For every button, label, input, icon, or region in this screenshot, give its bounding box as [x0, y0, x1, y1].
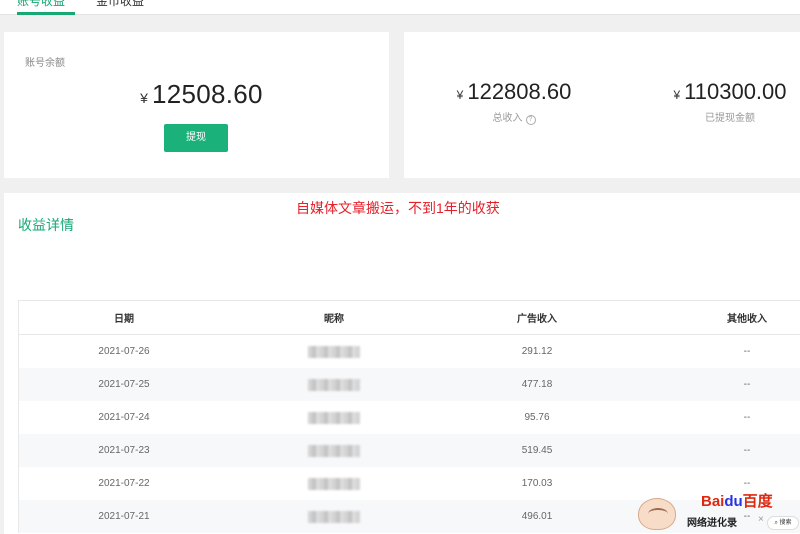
ad-income-cell: 477.18 — [521, 379, 553, 390]
currency-symbol: ¥ — [456, 88, 464, 102]
table-row: 2021-07-24 95.76 -- — [19, 401, 800, 434]
column-header-other-income: 其他收入 — [727, 314, 767, 325]
redacted-nickname — [308, 411, 360, 424]
baidu-watermark: Baidu百度 网络进化录 × ⌕ 搜索 — [635, 484, 800, 534]
logo-text-bai: Bai — [701, 493, 725, 510]
balance-amount: ¥12508.60 — [4, 79, 399, 110]
logo-text-du: du — [724, 493, 743, 510]
currency-symbol: ¥ — [140, 90, 148, 106]
date-cell: 2021-07-22 — [98, 478, 150, 489]
tab-bar: 账号收益 金币收益 — [0, 0, 800, 15]
redacted-nickname — [308, 444, 360, 457]
mascot-icon — [638, 498, 676, 530]
date-cell: 2021-07-25 — [98, 379, 150, 390]
withdrawn-value: 110300.00 — [684, 79, 787, 104]
nickname-cell — [254, 500, 414, 533]
balance-value: 12508.60 — [151, 79, 263, 109]
nickname-cell — [254, 467, 414, 500]
redacted-nickname — [308, 378, 360, 391]
nickname-cell — [254, 368, 414, 401]
other-income-cell: -- — [743, 379, 751, 390]
ad-income-cell: 291.12 — [521, 346, 553, 357]
ad-income-cell: 95.76 — [524, 412, 550, 423]
table-row: 2021-07-26 291.12 -- — [19, 335, 800, 368]
search-label: 搜索 — [779, 520, 792, 526]
active-tab-indicator — [17, 12, 75, 15]
ad-income-cell: 170.03 — [521, 478, 553, 489]
section-title: 收益详情 — [18, 217, 74, 233]
currency-symbol: ¥ — [673, 88, 681, 102]
other-income-cell: -- — [743, 412, 751, 423]
tab-account-earnings[interactable]: 账号收益 — [17, 0, 65, 8]
watermark-subtitle: 网络进化录 — [687, 518, 737, 529]
balance-card: 账号余额 ¥12508.60 提现 — [4, 32, 389, 178]
search-button[interactable]: ⌕ 搜索 — [767, 516, 799, 530]
table-row: 2021-07-23 519.45 -- — [19, 434, 800, 467]
redacted-nickname — [308, 345, 360, 358]
search-icon: ⌕ — [774, 520, 778, 526]
total-income-value: 122808.60 — [467, 79, 572, 104]
help-icon[interactable]: ? — [525, 115, 536, 125]
close-icon[interactable]: × — [758, 514, 764, 525]
table-row: 2021-07-25 477.18 -- — [19, 368, 800, 401]
column-header-nickname: 昵称 — [324, 314, 344, 325]
annotation-text: 自媒体文章搬运，不到1年的收获 — [296, 200, 500, 216]
nickname-cell — [254, 401, 414, 434]
other-income-cell: -- — [743, 445, 751, 456]
date-cell: 2021-07-23 — [98, 445, 150, 456]
withdrawn-stat: ¥110300.00 已提现金额 — [630, 79, 800, 124]
totals-card: ¥122808.60 总收入? ¥110300.00 已提现金额 — [404, 32, 800, 178]
date-cell: 2021-07-21 — [98, 511, 150, 522]
tab-coin-earnings[interactable]: 金币收益 — [96, 0, 144, 8]
ad-income-cell: 496.01 — [521, 511, 553, 522]
other-income-cell: -- — [743, 346, 751, 357]
nickname-cell — [254, 434, 414, 467]
withdraw-button[interactable]: 提现 — [164, 124, 228, 152]
ad-income-cell: 519.45 — [521, 445, 553, 456]
balance-label: 账号余额 — [25, 58, 65, 69]
withdrawn-label: 已提现金额 — [705, 113, 755, 124]
redacted-nickname — [308, 510, 360, 523]
total-income-label: 总收入 — [492, 113, 523, 124]
total-income-stat: ¥122808.60 总收入? — [414, 79, 614, 125]
column-header-ad-income: 广告收入 — [517, 314, 557, 325]
table-header: 日期 昵称 广告收入 其他收入 — [19, 301, 800, 335]
earnings-detail-card: 收益详情 自媒体文章搬运，不到1年的收获 日期 昵称 广告收入 其他收入 202… — [4, 193, 800, 534]
redacted-nickname — [308, 477, 360, 490]
nickname-cell — [254, 335, 414, 368]
date-cell: 2021-07-24 — [98, 412, 150, 423]
logo-text-cn: 百度 — [742, 493, 773, 510]
baidu-logo: Baidu百度 — [701, 490, 773, 511]
column-header-date: 日期 — [114, 314, 134, 325]
date-cell: 2021-07-26 — [98, 346, 150, 357]
